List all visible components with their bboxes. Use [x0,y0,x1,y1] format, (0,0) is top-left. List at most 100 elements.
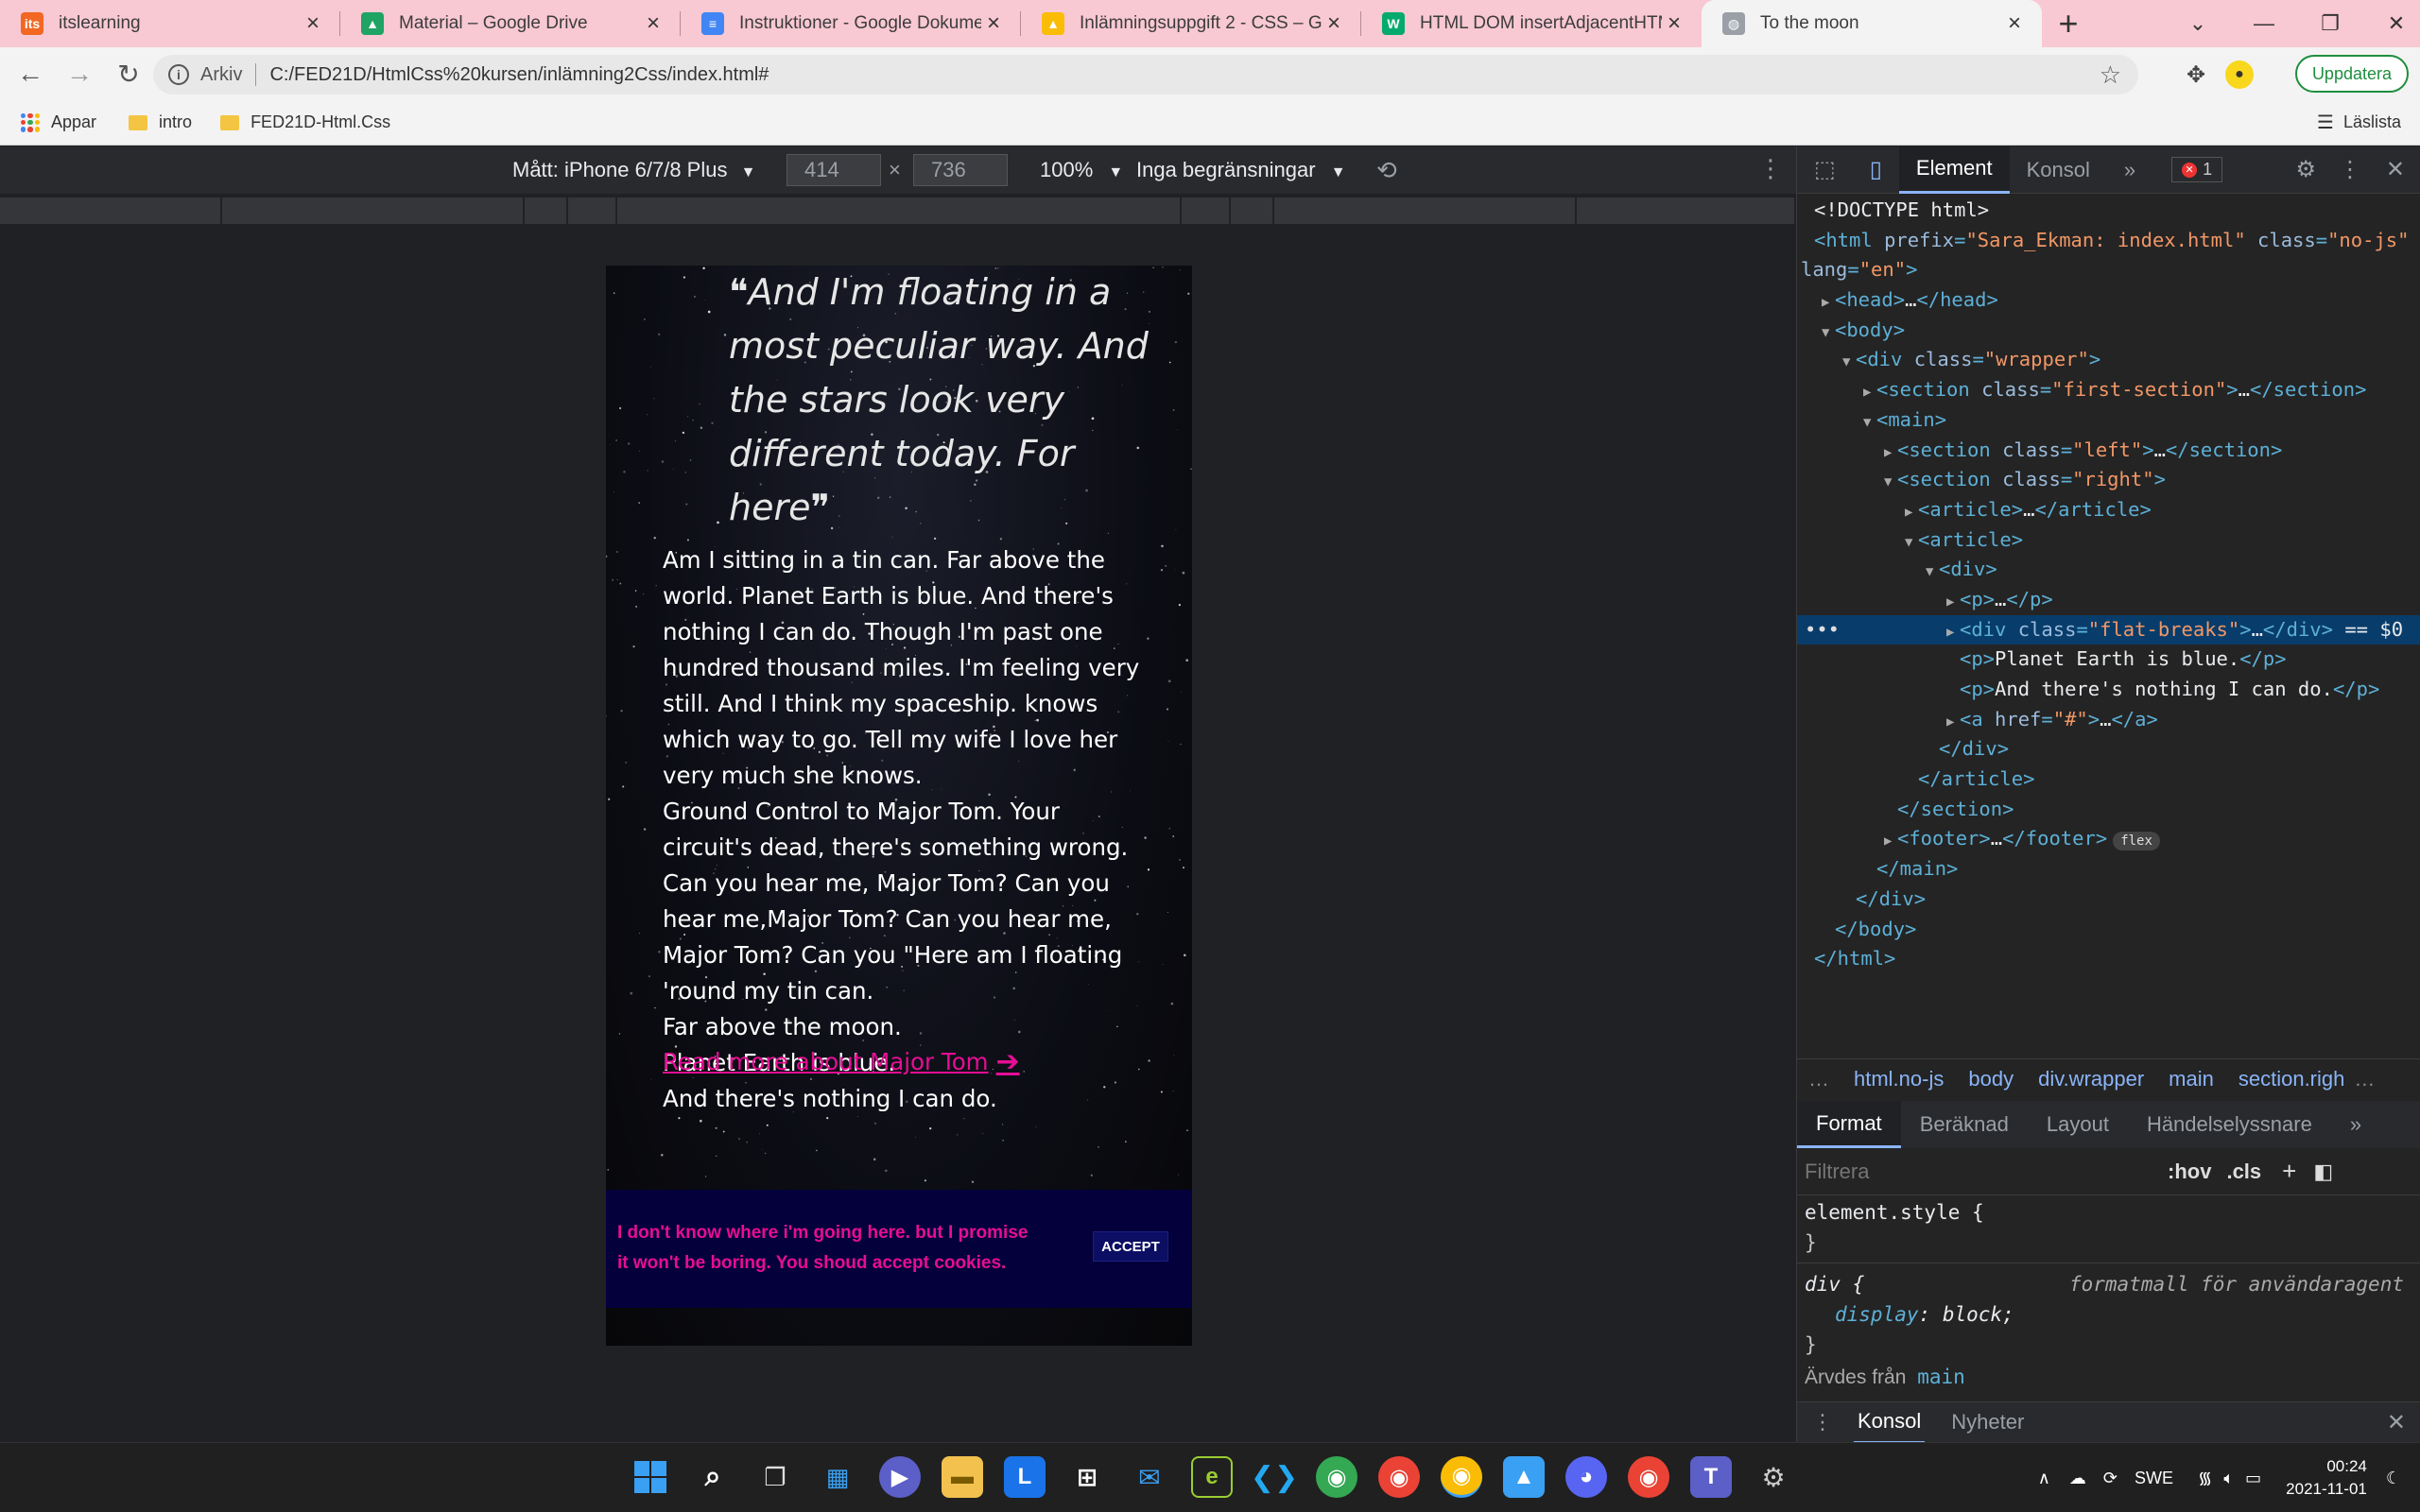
close-drawer-icon[interactable]: ✕ [2387,1409,2406,1436]
chrome-icon[interactable]: ◉ [1316,1456,1357,1498]
bookmark-fed21d[interactable]: FED21D-Html.Css [220,112,390,132]
new-tab-icon[interactable]: + [2042,0,2095,47]
dom-node[interactable]: ▶ <article>…</article> [1797,495,2420,525]
chat-icon[interactable]: ▶ [879,1456,921,1498]
bookmark-star-icon[interactable]: ☆ [2100,60,2121,90]
notifications-moon-icon[interactable]: ☾ [2386,1469,2401,1488]
throttle-select[interactable]: Inga begränsningar ▼ [1136,158,1346,182]
drawer-tab-news[interactable]: Nyheter [1951,1410,2024,1435]
sidebar-toggle-icon[interactable]: ◧ [2313,1160,2333,1184]
close-window-icon[interactable]: ✕ [2363,0,2420,47]
back-icon[interactable]: ← [11,55,49,93]
browser-tab[interactable]: ▲ Inlämningsuppgift 2 - CSS – Goo × [1021,0,1361,47]
dom-node[interactable]: </div> [1797,734,2420,765]
breadcrumb-more-icon[interactable]: … [2354,1067,2375,1091]
tab-event-listeners[interactable]: Händelselyssnare [2128,1101,2331,1148]
widgets-icon[interactable]: ▦ [817,1456,858,1498]
chevron-up-icon[interactable]: ∧ [2038,1469,2050,1488]
dom-node[interactable]: lang="en"> [1797,255,2420,285]
tab-computed[interactable]: Beräknad [1901,1101,2028,1148]
drawer-menu-icon[interactable]: ⋮ [1812,1410,1833,1435]
dom-node[interactable]: ▼ <div class="wrapper"> [1797,345,2420,375]
maximize-icon[interactable]: ❐ [2297,0,2363,47]
profile-avatar-icon[interactable]: ● [2225,60,2254,89]
breadcrumb-item[interactable]: body [1968,1067,2014,1091]
device-toggle-icon[interactable]: ▯ [1853,146,1899,194]
read-more-link[interactable]: Read more about Major Tom ➔ [663,1045,1020,1078]
dom-node[interactable]: ▶ <head>…</head> [1797,285,2420,316]
mail-icon[interactable]: ✉ [1129,1456,1170,1498]
dom-node[interactable]: ▶ <section class="left">…</section> [1797,436,2420,466]
browser-tab[interactable]: its itslearning × [0,0,340,47]
teams-icon[interactable]: T [1690,1456,1732,1498]
sync-icon[interactable]: ⟳ [2103,1469,2118,1488]
zoom-select[interactable]: 100% ▼ [1040,158,1123,182]
reading-list[interactable]: ☰ Läslista [2317,111,2401,134]
kebab-menu-icon[interactable]: ⋮ [2339,156,2361,183]
browser-tab[interactable]: W HTML DOM insertAdjacentHTML × [1361,0,1702,47]
dom-node[interactable]: </main> [1797,854,2420,885]
dom-node[interactable]: ▼ <section class="right"> [1797,465,2420,495]
chrome-profile-icon[interactable]: ◉ [1378,1456,1420,1498]
dom-node[interactable]: ▶ <section class="first-section">…</secti… [1797,375,2420,405]
browser-tab[interactable]: ▲ Material – Google Drive × [340,0,681,47]
inspect-element-icon[interactable]: ⬚ [1797,146,1853,194]
dom-node[interactable]: <html prefix="Sara_Ekman: index.html" cl… [1797,226,2420,256]
more-options-icon[interactable]: ⋮ [1758,154,1783,183]
breadcrumb-item[interactable]: main [2169,1067,2214,1091]
inherited-from-link[interactable]: main [1917,1366,1965,1388]
wifi-icon[interactable]: ᯾ [2198,1467,2212,1489]
file-explorer-icon[interactable]: ▬ [942,1456,983,1498]
vscode-icon[interactable]: ❮❯ [1251,1456,1298,1498]
dom-node[interactable]: </article> [1797,765,2420,795]
dom-node-selected[interactable]: ••• ▶ <div class="flat-breaks">…</div> == … [1797,614,2420,645]
breadcrumb-more-icon[interactable]: … [1808,1067,1829,1091]
tab-console[interactable]: Konsol [2010,146,2107,194]
dom-node[interactable]: <p>And there's nothing I can do.</p> [1797,675,2420,705]
chrome-profile2-icon[interactable]: ◉ [1628,1456,1669,1498]
ms-store-icon[interactable]: ⊞ [1066,1456,1108,1498]
dom-node[interactable]: ▶ <a href="#">…</a> [1797,705,2420,735]
dom-node[interactable]: ▼ <body> [1797,316,2420,346]
reload-icon[interactable]: ↻ [110,55,147,93]
settings-gear-icon[interactable]: ⚙ [2295,156,2316,183]
address-url[interactable]: C:/FED21D/HtmlCss%20kursen/inlämning2Css… [269,64,769,86]
more-tabs-icon[interactable]: » [2107,146,2152,194]
onedrive-icon[interactable]: ☁ [2069,1469,2086,1488]
dom-node[interactable]: ▶ <footer>…</footer> flex [1797,824,2420,854]
dom-tree[interactable]: <!DOCTYPE html> <html prefix="Sara_Ekman:… [1797,196,2420,1046]
device-select[interactable]: Mått: iPhone 6/7/8 Plus ▼ [512,158,755,182]
breadcrumb-item[interactable]: section.righ [2238,1067,2345,1091]
browser-tab[interactable]: ◍ To the moon × [1702,0,2042,47]
dom-node[interactable]: <p>Planet Earth is blue.</p> [1797,644,2420,675]
start-windows-icon[interactable] [630,1456,671,1498]
dom-node[interactable]: ▼ <main> [1797,405,2420,436]
tab-styles[interactable]: Format [1797,1101,1901,1148]
media-query-bar[interactable] [0,194,1796,228]
settings-gear-icon[interactable]: ⚙ [1753,1456,1794,1498]
chrome-active-icon[interactable]: ◉ [1441,1456,1482,1498]
update-button[interactable]: Uppdatera [2294,55,2409,93]
task-view-icon[interactable]: ❐ [754,1456,796,1498]
accept-cookies-button[interactable]: ACCEPT [1093,1231,1168,1262]
dom-node[interactable]: </section> [1797,795,2420,825]
dom-node[interactable]: </body> [1797,915,2420,945]
e-app-icon[interactable]: e [1191,1456,1233,1498]
discord-icon[interactable]: ◕ [1565,1456,1607,1498]
close-devtools-icon[interactable]: ✕ [2386,156,2405,183]
drawer-tab-console[interactable]: Konsol [1854,1401,1926,1444]
close-tab-icon[interactable]: × [981,11,1006,36]
dom-node[interactable]: ▼ <article> [1797,525,2420,556]
cls-toggle[interactable]: .cls [2226,1160,2261,1184]
minimize-icon[interactable]: — [2231,0,2297,47]
height-input[interactable]: 736 [913,154,1008,186]
bookmark-intro[interactable]: intro [129,112,192,132]
dom-node[interactable]: ▶ <p>…</p> [1797,585,2420,615]
styles-pane[interactable]: element.style { } div { formatmall för a… [1797,1197,2420,1388]
dom-node[interactable]: </html> [1797,944,2420,974]
more-tabs-icon[interactable]: » [2331,1101,2380,1148]
breadcrumb-item[interactable]: div.wrapper [2038,1067,2144,1091]
bookmark-apps[interactable]: Appar [21,112,96,132]
hov-toggle[interactable]: :hov [2168,1160,2211,1184]
info-icon[interactable]: i [168,64,189,85]
